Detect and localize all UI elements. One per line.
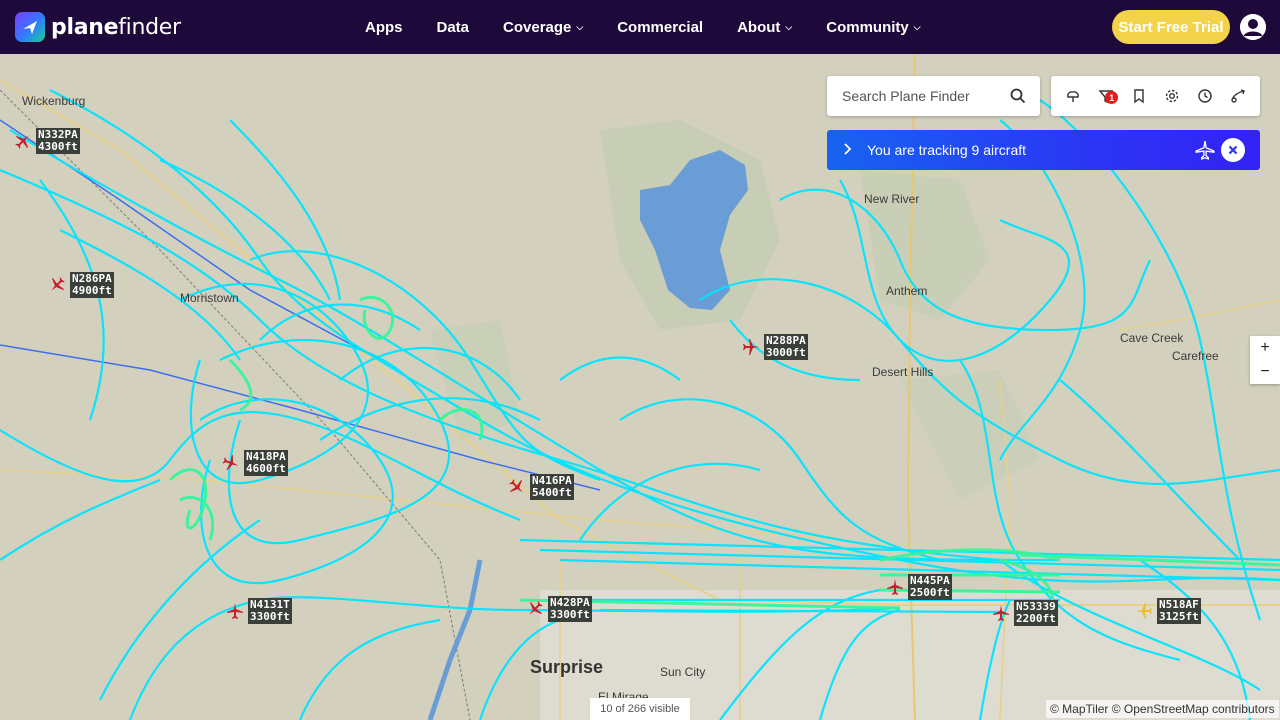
nav-links: Apps Data Coverage ⌵ Commercial About ⌵ Co… xyxy=(348,0,938,54)
nav-data[interactable]: Data xyxy=(420,19,487,36)
logo-icon xyxy=(15,12,45,42)
chevron-down-icon: ⌵ xyxy=(913,21,921,32)
zoom-in-button[interactable]: + xyxy=(1250,336,1280,360)
nav-about[interactable]: About ⌵ xyxy=(720,19,809,36)
aircraft-icon xyxy=(887,579,903,595)
close-icon xyxy=(1228,145,1238,155)
search-icon[interactable] xyxy=(1010,88,1026,109)
aircraft-icon xyxy=(227,603,243,619)
place-wickenburg: Wickenburg xyxy=(22,94,86,108)
aircraft-N445PA[interactable]: N445PA 2500ft xyxy=(886,574,952,600)
aircraft-label: N4131T 3300ft xyxy=(248,598,292,624)
nav-coverage[interactable]: Coverage ⌵ xyxy=(486,19,600,36)
aircraft-N4131T[interactable]: N4131T 3300ft xyxy=(226,598,292,624)
aircraft-label: N445PA 2500ft xyxy=(908,574,952,600)
aircraft-N518AF[interactable]: N518AF 3125ft xyxy=(1135,598,1201,624)
aircraft-icon xyxy=(15,135,29,149)
aircraft-label: N418PA 4600ft xyxy=(244,450,288,476)
aircraft-icon xyxy=(993,605,1009,621)
bookmark-icon[interactable] xyxy=(1128,85,1150,107)
place-desert-hills: Desert Hills xyxy=(872,365,934,379)
aircraft-N332PA[interactable]: N332PA 4300ft xyxy=(14,128,80,154)
aircraft-icon xyxy=(529,601,543,615)
nav-commercial[interactable]: Commercial xyxy=(600,19,720,36)
search-box xyxy=(827,76,1040,116)
chevron-down-icon: ⌵ xyxy=(785,21,793,32)
weather-icon[interactable] xyxy=(1062,85,1084,107)
user-account-icon[interactable] xyxy=(1240,14,1266,40)
planefinder-logo[interactable]: planefinder xyxy=(15,12,181,42)
aircraft-N416PA[interactable]: N416PA 5400ft xyxy=(508,474,574,500)
aircraft-icon xyxy=(222,454,239,471)
filter-icon[interactable]: 1 xyxy=(1095,85,1119,107)
place-anthem: Anthem xyxy=(886,284,928,298)
aircraft-N53339[interactable]: N53339 2200ft xyxy=(992,600,1058,626)
history-icon[interactable] xyxy=(1194,85,1216,107)
aircraft-label: N428PA 3300ft xyxy=(548,596,592,622)
visible-count: 10 of 266 visible xyxy=(590,698,690,720)
zoom-out-button[interactable]: − xyxy=(1250,360,1280,384)
aircraft-label: N53339 2200ft xyxy=(1014,600,1058,626)
aircraft-label: N332PA 4300ft xyxy=(36,128,80,154)
place-surprise: Surprise xyxy=(530,657,604,677)
nav-apps[interactable]: Apps xyxy=(348,19,420,36)
place-new-river: New River xyxy=(864,192,920,206)
chevron-down-icon: ⌵ xyxy=(576,21,584,32)
aircraft-N418PA[interactable]: N418PA 4600ft xyxy=(222,450,288,476)
place-cave-creek: Cave Creek xyxy=(1120,331,1184,345)
aircraft-N288PA[interactable]: N288PA 3000ft xyxy=(742,334,808,360)
aircraft-icon xyxy=(51,277,65,291)
airplane-icon xyxy=(1195,140,1215,165)
aircraft-label: N286PA 4900ft xyxy=(70,272,114,298)
aircraft-label: N288PA 3000ft xyxy=(764,334,808,360)
map-toolbar: 1 xyxy=(1051,76,1260,116)
aircraft-icon xyxy=(1136,603,1152,619)
chevron-right-icon[interactable] xyxy=(843,142,853,161)
start-free-trial-button[interactable]: Start Free Trial xyxy=(1112,10,1230,44)
place-morristown: Morristown xyxy=(180,291,239,305)
aircraft-label: N518AF 3125ft xyxy=(1157,598,1201,624)
logo-text: planefinder xyxy=(51,14,181,40)
ar-view-icon[interactable] xyxy=(1227,85,1249,107)
settings-icon[interactable] xyxy=(1161,85,1183,107)
place-carefree: Carefree xyxy=(1172,349,1219,363)
tracking-banner[interactable]: You are tracking 9 aircraft xyxy=(827,130,1260,170)
tracking-text: You are tracking 9 aircraft xyxy=(867,142,1027,158)
map-attribution[interactable]: © MapTiler © OpenStreetMap contributors xyxy=(1046,700,1279,718)
filter-count-badge: 1 xyxy=(1105,91,1119,104)
aircraft-N286PA[interactable]: N286PA 4900ft xyxy=(48,272,114,298)
aircraft-N428PA[interactable]: N428PA 3300ft xyxy=(526,596,592,622)
search-input[interactable] xyxy=(842,88,1002,104)
close-tracking-button[interactable] xyxy=(1221,138,1245,162)
place-sun-city: Sun City xyxy=(660,665,706,679)
aircraft-icon xyxy=(509,479,523,493)
top-navbar: planefinder Apps Data Coverage ⌵ Commerci… xyxy=(0,0,1280,54)
nav-community[interactable]: Community ⌵ xyxy=(809,19,937,36)
aircraft-icon xyxy=(743,339,759,355)
aircraft-label: N416PA 5400ft xyxy=(530,474,574,500)
zoom-control: + − xyxy=(1250,336,1280,384)
